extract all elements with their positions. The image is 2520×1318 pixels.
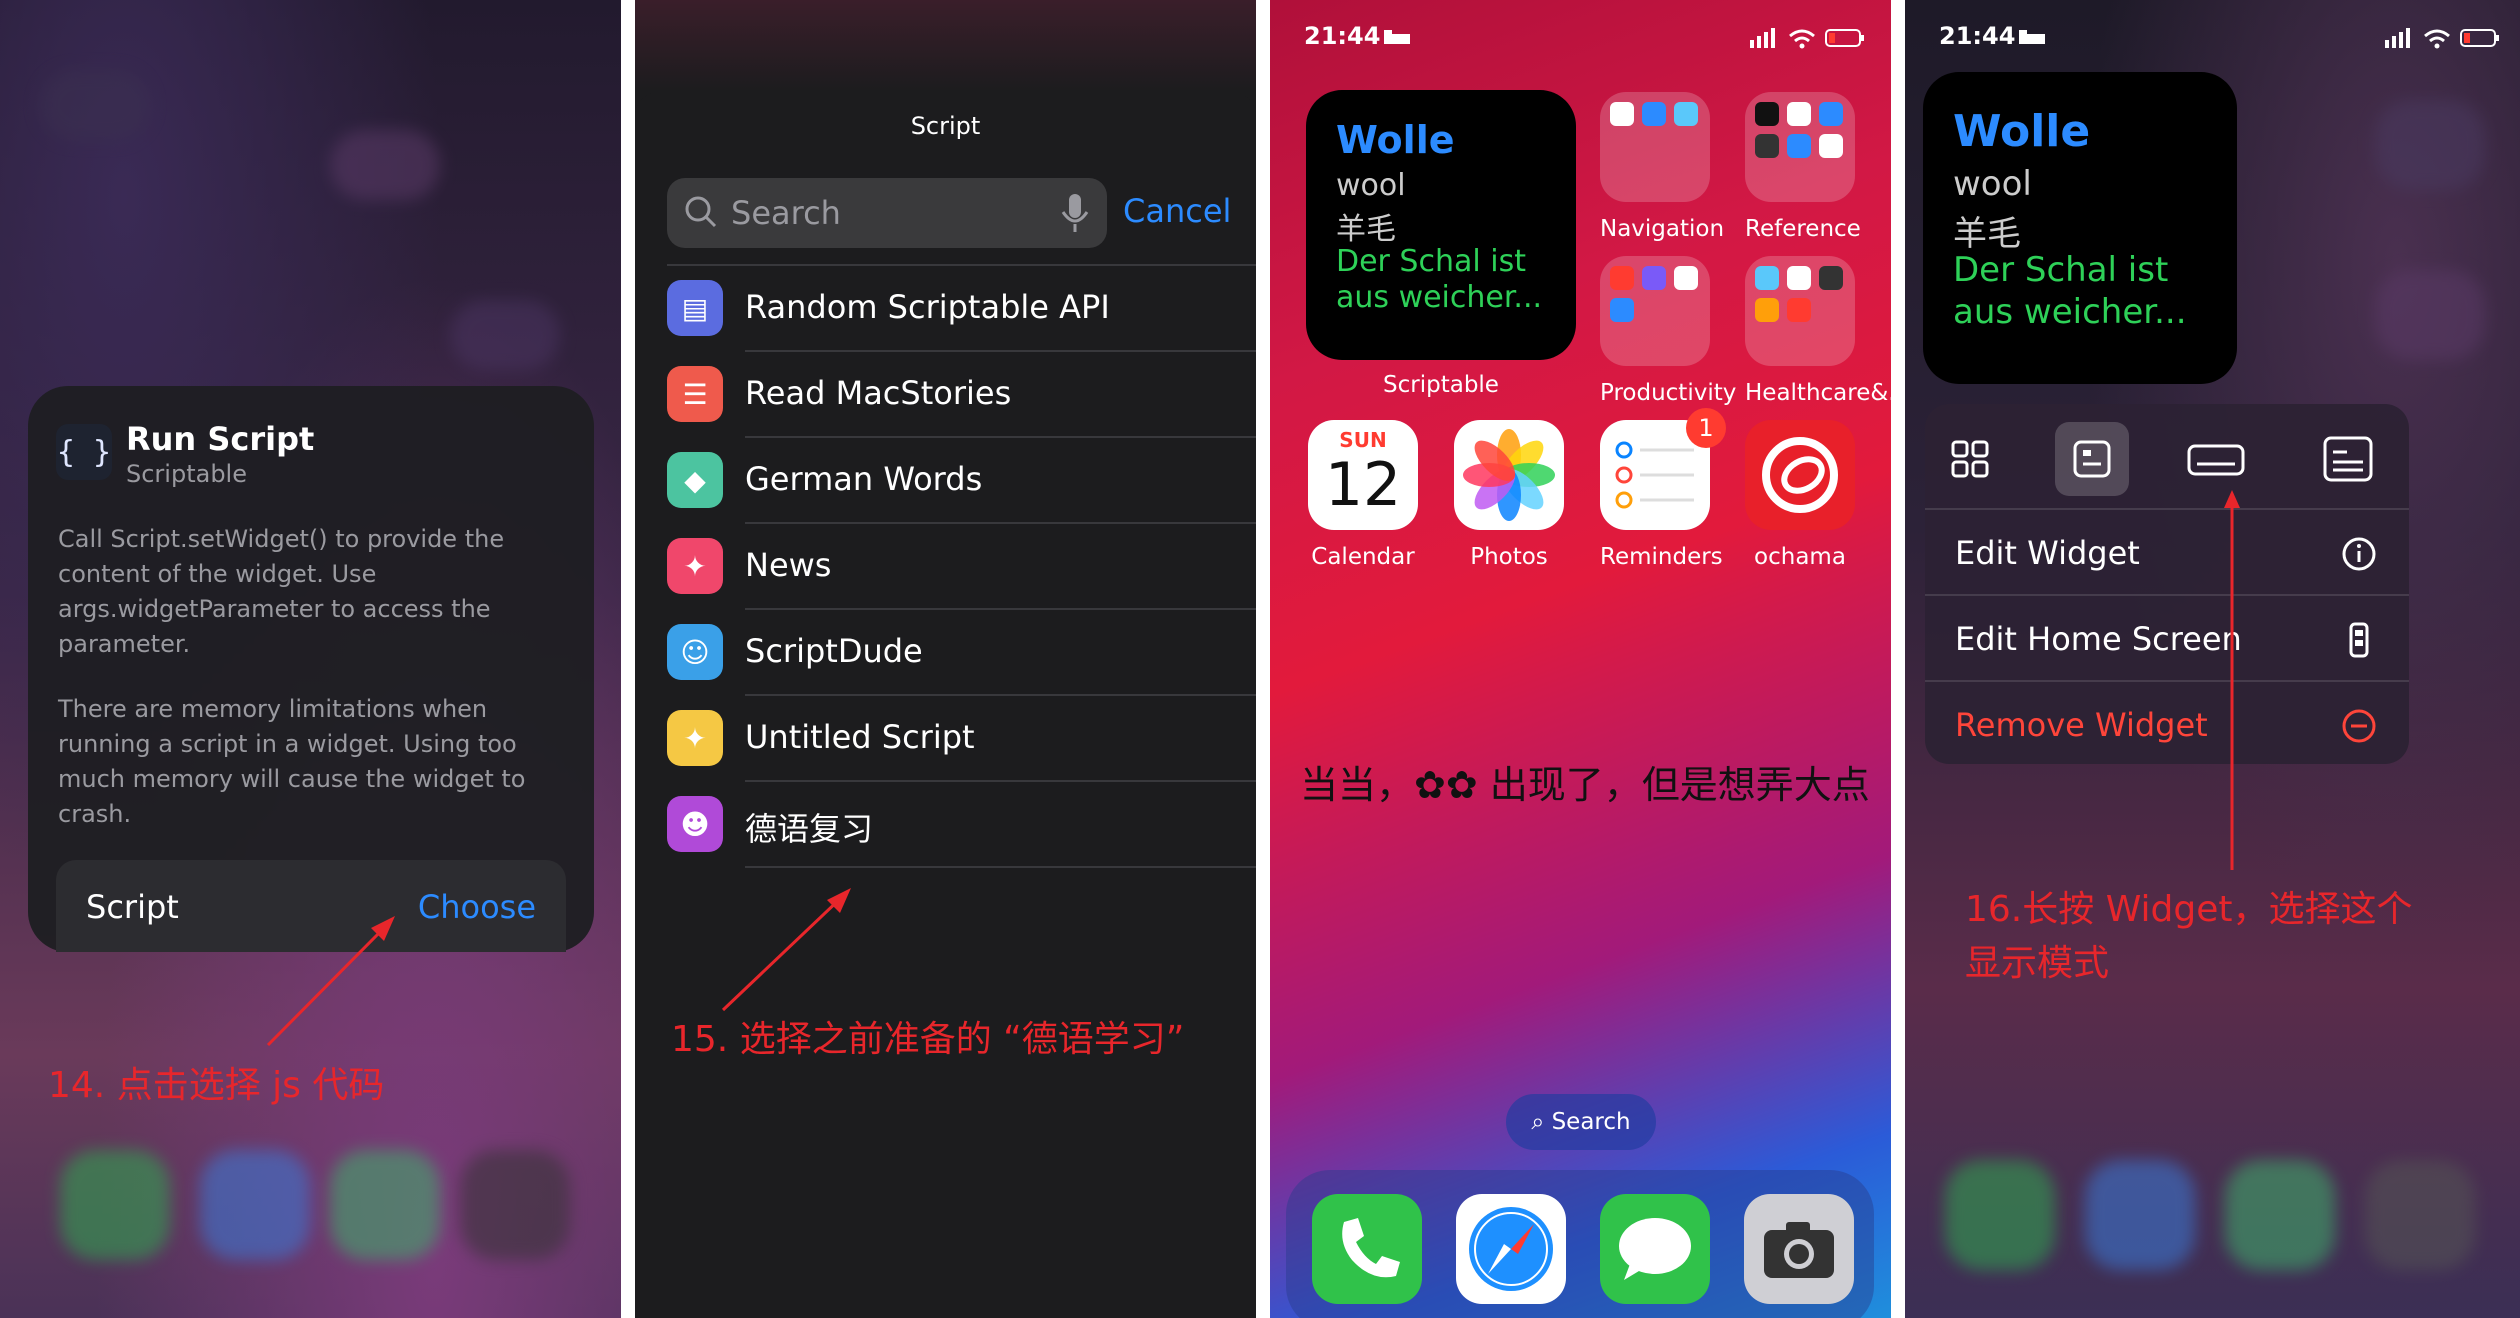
folder-healthcare[interactable]: Healthcare&...	[1745, 256, 1891, 406]
app-photos[interactable]: Photos	[1454, 420, 1564, 570]
widget-example-line-2: aus weicher...	[1336, 280, 1543, 315]
scriptable-widget[interactable]: Wolle wool 羊毛 Der Schal ist aus weicher.…	[1306, 90, 1576, 360]
app-label: Photos	[1470, 544, 1548, 570]
calendar-icon: SUN 12	[1308, 420, 1418, 530]
widget-translation-en: wool	[1336, 168, 1406, 203]
annotation-arrow	[266, 916, 395, 1047]
caption: 当当，✿✿ 出现了，但是想弄大点	[1300, 763, 1870, 807]
folder-icon	[1600, 256, 1710, 366]
search-icon: ⌕	[1531, 1109, 1552, 1135]
messages-app-icon[interactable]	[1600, 1194, 1710, 1304]
photos-icon	[1454, 420, 1564, 530]
folder-productivity[interactable]: Productivity	[1600, 256, 1737, 406]
widget-example-line-1: Der Schal ist	[1336, 244, 1526, 279]
status-time: 21:44	[1304, 22, 1381, 50]
dock	[1286, 1170, 1874, 1318]
panel-home-screen: 21:44 Wolle wool 羊毛 Der Schal ist aus we…	[1270, 0, 1891, 1318]
widget-word: Wolle	[1336, 118, 1455, 162]
folder-label: Navigation	[1600, 216, 1725, 242]
search-label: Search	[1551, 1109, 1631, 1135]
notification-badge: 1	[1686, 408, 1726, 448]
status-indicators	[1750, 28, 1864, 49]
phone-app-icon[interactable]	[1312, 1194, 1422, 1304]
panel-widget-menu: 21:44 Wolle wool 羊毛 Der Schal ist aus we…	[1905, 0, 2520, 1318]
annotation-step-14: 14. 点击选择 js 代码	[48, 1065, 385, 1106]
folder-label: Reference	[1745, 216, 1861, 242]
folder-icon	[1745, 256, 1855, 366]
folder-label: Healthcare&...	[1745, 380, 1891, 406]
app-label: Reminders	[1600, 544, 1723, 570]
folder-navigation[interactable]: Navigation	[1600, 92, 1725, 242]
annotation-arrow	[2224, 490, 2240, 870]
folder-icon	[1600, 92, 1710, 202]
annotation-step-16-line-2: 显示模式	[1965, 943, 2110, 984]
folder-reference[interactable]: Reference	[1745, 92, 1861, 242]
panel-run-script: { } Run Script Scriptable Call Script.se…	[0, 0, 621, 1318]
app-calendar[interactable]: SUN 12 Calendar	[1308, 420, 1418, 570]
annotation-arrow	[721, 888, 851, 1012]
app-ochama[interactable]: ochama	[1745, 420, 1855, 570]
sleep-mode-icon	[1384, 30, 1410, 44]
widget-translation-zh: 羊毛	[1336, 212, 1396, 247]
home-search-button[interactable]: ⌕ Search	[1506, 1094, 1656, 1150]
panel-script-picker: Script Search Cancel ▤ Random Scriptable…	[635, 0, 1256, 1318]
annotation-step-16-line-1: 16.长按 Widget，选择这个	[1965, 889, 2413, 930]
ochama-icon	[1745, 420, 1855, 530]
calendar-date: 12	[1324, 450, 1402, 520]
calendar-day: SUN	[1339, 428, 1387, 452]
camera-app-icon[interactable]	[1744, 1194, 1854, 1304]
app-label: ochama	[1754, 544, 1846, 570]
folder-icon	[1745, 92, 1855, 202]
folder-label: Productivity	[1600, 380, 1737, 406]
annotation-step-15: 15. 选择之前准备的 “德语学习”	[671, 1019, 1185, 1060]
safari-app-icon[interactable]	[1456, 1194, 1566, 1304]
widget-label: Scriptable	[1383, 372, 1499, 398]
app-reminders[interactable]: 1 Reminders	[1600, 408, 1726, 570]
app-label: Calendar	[1311, 544, 1415, 570]
